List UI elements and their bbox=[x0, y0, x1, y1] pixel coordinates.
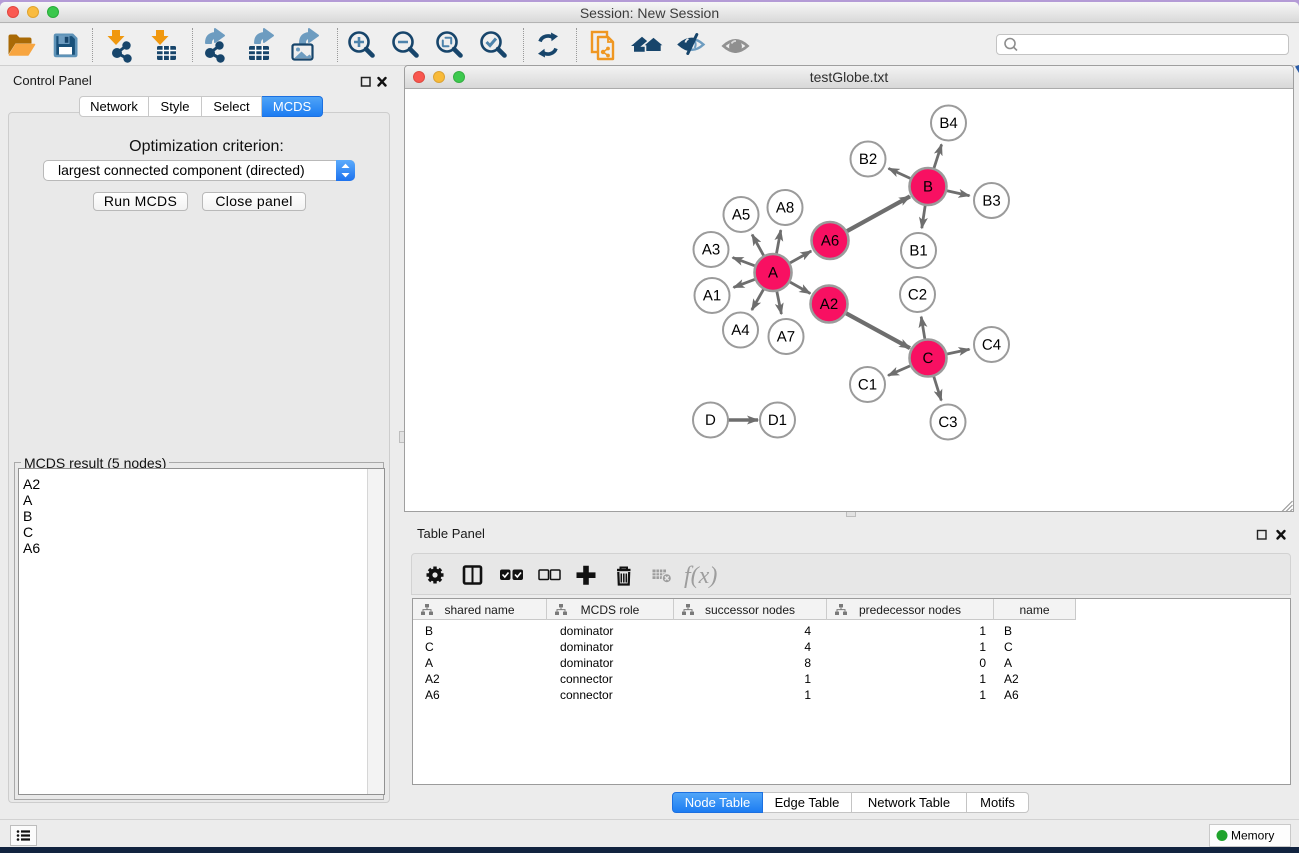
svg-text:B: B bbox=[923, 179, 933, 196]
svg-text:A2: A2 bbox=[820, 296, 838, 313]
svg-text:B4: B4 bbox=[939, 115, 957, 132]
svg-text:C4: C4 bbox=[982, 337, 1001, 354]
svg-text:A5: A5 bbox=[732, 206, 750, 223]
svg-text:D1: D1 bbox=[768, 412, 787, 429]
svg-text:A6: A6 bbox=[821, 232, 839, 249]
svg-text:B3: B3 bbox=[982, 193, 1000, 210]
svg-text:D: D bbox=[705, 412, 716, 429]
svg-text:B1: B1 bbox=[909, 243, 927, 260]
svg-text:A4: A4 bbox=[731, 322, 749, 339]
svg-text:A7: A7 bbox=[777, 328, 795, 345]
svg-text:C1: C1 bbox=[858, 377, 877, 394]
svg-text:C3: C3 bbox=[938, 414, 957, 431]
svg-text:A8: A8 bbox=[776, 199, 794, 216]
svg-text:C: C bbox=[923, 350, 934, 367]
svg-text:B2: B2 bbox=[859, 151, 877, 168]
svg-text:Memory: Memory bbox=[1231, 829, 1274, 843]
svg-text:f(x): f(x) bbox=[684, 563, 717, 589]
svg-text:A: A bbox=[768, 264, 778, 281]
svg-text:A3: A3 bbox=[702, 241, 720, 258]
svg-text:C2: C2 bbox=[908, 287, 927, 304]
svg-text:A1: A1 bbox=[703, 287, 721, 304]
